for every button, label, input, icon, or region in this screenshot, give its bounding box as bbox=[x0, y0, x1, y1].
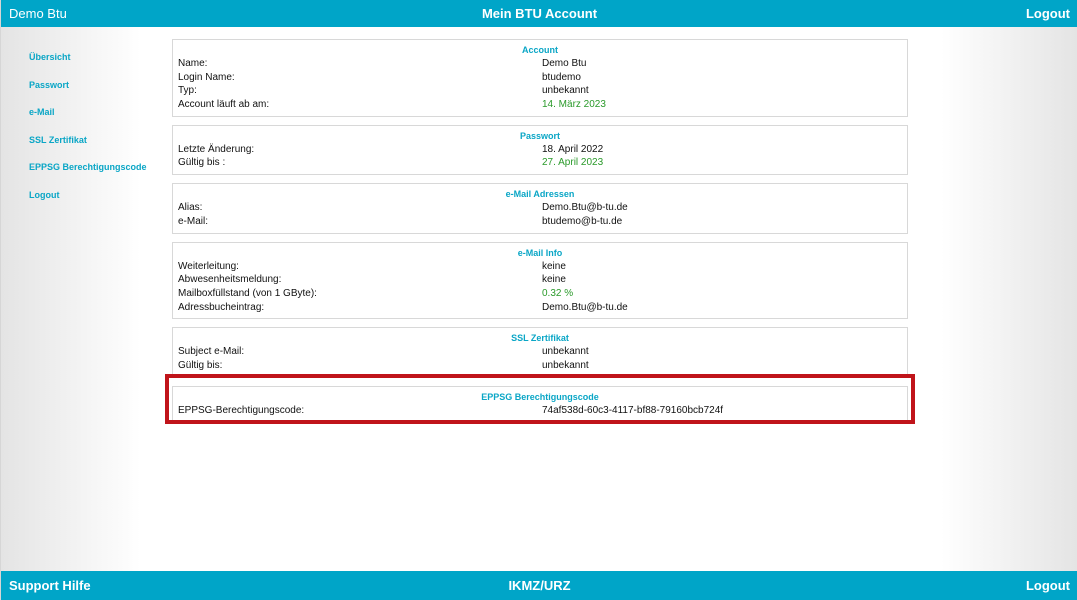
info-row: Name: Demo Btu bbox=[178, 57, 902, 71]
info-row: Typ: unbekannt bbox=[178, 84, 902, 98]
sidebar-item-logout[interactable]: Logout bbox=[29, 188, 159, 202]
row-value: 27. April 2023 bbox=[542, 157, 604, 169]
card-title: Account bbox=[522, 45, 558, 55]
info-row: Alias: Demo.Btu@b-tu.de bbox=[178, 201, 902, 215]
row-value: Demo.Btu@b-tu.de bbox=[542, 301, 628, 313]
user-name-link[interactable]: Demo Btu bbox=[9, 6, 67, 21]
info-row: Abwesenheitsmeldung: keine bbox=[178, 273, 902, 287]
account-card: Account Name: Demo Btu Login Name: btude… bbox=[172, 39, 908, 117]
eppsg-code-value: 74af538d-60c3-4117-bf88-79160bcb724f bbox=[542, 404, 724, 416]
info-row: Mailboxfüllstand (von 1 GByte): 0.32 % bbox=[178, 287, 902, 301]
sidebar-nav: Übersicht Passwort e-Mail SSL Zertifikat… bbox=[29, 50, 159, 216]
sidebar-item-eppsg-berechtigungscode[interactable]: EPPSG Berechtigungscode bbox=[29, 160, 159, 174]
card-title: SSL Zertifikat bbox=[511, 333, 569, 344]
row-value: unbekannt bbox=[542, 359, 589, 371]
info-row: Letzte Änderung: 18. April 2022 bbox=[178, 143, 902, 157]
footer-logout-button[interactable]: Logout bbox=[1026, 578, 1070, 593]
info-row: Adressbucheintrag: Demo.Btu@b-tu.de bbox=[178, 301, 902, 315]
sidebar-item-passwort[interactable]: Passwort bbox=[29, 78, 159, 92]
sidebar-item-uebersicht[interactable]: Übersicht bbox=[29, 50, 159, 64]
info-row: e-Mail: btudemo@b-tu.de bbox=[178, 215, 902, 229]
row-label: Alias: bbox=[178, 202, 203, 214]
row-label: Login Name: bbox=[178, 71, 235, 83]
row-label: Letzte Änderung: bbox=[178, 143, 255, 155]
row-value: unbekannt bbox=[542, 346, 589, 358]
support-link[interactable]: Support Hilfe bbox=[9, 578, 91, 593]
eppsg-card: EPPSG Berechtigungscode EPPSG-Berechtigu… bbox=[172, 385, 908, 423]
row-label: Weiterleitung: bbox=[178, 260, 239, 272]
page: Demo Btu Mein BTU Account Logout Übersic… bbox=[0, 0, 1077, 600]
row-label: Abwesenheitsmeldung: bbox=[178, 274, 282, 286]
row-label: Mailboxfüllstand (von 1 GByte): bbox=[178, 287, 317, 299]
row-value: unbekannt bbox=[542, 85, 589, 97]
info-row: Subject e-Mail: unbekannt bbox=[178, 345, 902, 359]
row-label: e-Mail: bbox=[178, 215, 209, 227]
main-content: Account Name: Demo Btu Login Name: btude… bbox=[172, 39, 908, 430]
row-value: keine bbox=[542, 260, 566, 272]
row-value: Demo.Btu@b-tu.de bbox=[542, 202, 628, 214]
info-row: EPPSG-Berechtigungscode: 74af538d-60c3-4… bbox=[178, 404, 902, 418]
row-label: Subject e-Mail: bbox=[178, 346, 245, 358]
row-value: btudemo bbox=[542, 71, 581, 83]
logout-button[interactable]: Logout bbox=[1026, 6, 1070, 21]
email-addresses-card: e-Mail Adressen Alias: Demo.Btu@b-tu.de … bbox=[172, 183, 908, 234]
footer-center-label: IKMZ/URZ bbox=[508, 578, 571, 593]
password-card: Passwort Letzte Änderung: 18. April 2022… bbox=[172, 124, 908, 176]
row-value: 0.32 % bbox=[542, 287, 574, 299]
info-row: Login Name: btudemo bbox=[178, 71, 902, 85]
info-row: Gültig bis: unbekannt bbox=[178, 359, 902, 373]
card-title: Passwort bbox=[519, 130, 561, 141]
row-label: Adressbucheintrag: bbox=[178, 301, 265, 313]
row-value: btudemo@b-tu.de bbox=[542, 215, 623, 227]
card-title: e-Mail Info bbox=[517, 247, 563, 258]
row-value: 14. März 2023 bbox=[542, 99, 606, 111]
row-label: Gültig bis : bbox=[178, 157, 226, 169]
top-bar: Demo Btu Mein BTU Account Logout bbox=[1, 0, 1077, 27]
card-title: e-Mail Adressen bbox=[505, 189, 575, 200]
row-value: keine bbox=[542, 274, 566, 286]
info-row: Account läuft ab am: 14. März 2023 bbox=[178, 98, 902, 112]
row-label: Name: bbox=[178, 58, 208, 69]
row-label: EPPSG-Berechtigungscode: bbox=[178, 404, 305, 416]
sidebar-item-email[interactable]: e-Mail bbox=[29, 105, 159, 119]
ssl-card: SSL Zertifikat Subject e-Mail: unbekannt… bbox=[172, 327, 908, 378]
row-value: Demo Btu bbox=[542, 58, 587, 69]
row-label: Typ: bbox=[178, 85, 197, 97]
bottom-bar: Support Hilfe IKMZ/URZ Logout bbox=[1, 571, 1077, 600]
page-title: Mein BTU Account bbox=[481, 6, 598, 21]
info-row: Weiterleitung: keine bbox=[178, 260, 902, 274]
email-info-card: e-Mail Info Weiterleitung: keine Abwesen… bbox=[172, 241, 908, 320]
card-title: EPPSG Berechtigungscode bbox=[481, 391, 599, 402]
info-row: Gültig bis : 27. April 2023 bbox=[178, 156, 902, 170]
row-value: 18. April 2022 bbox=[542, 143, 604, 155]
sidebar-item-ssl-zertifikat[interactable]: SSL Zertifikat bbox=[29, 133, 159, 147]
row-label: Gültig bis: bbox=[178, 359, 223, 371]
row-label: Account läuft ab am: bbox=[178, 99, 270, 111]
